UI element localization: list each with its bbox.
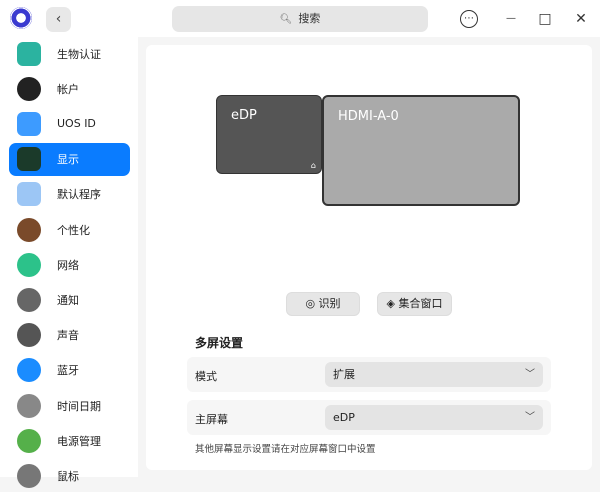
back-button[interactable]: ‹: [46, 7, 71, 32]
target-icon: ◎: [305, 297, 319, 310]
mode-value: 扩展: [333, 368, 355, 381]
sidebar-item-icon: [17, 358, 41, 383]
identify-label: 识别: [318, 297, 341, 310]
identify-button[interactable]: ◎ 识别: [286, 292, 360, 316]
app-logo-icon: [10, 7, 32, 29]
sidebar-item-icon: [17, 217, 41, 242]
maximize-button[interactable]: □: [534, 8, 556, 30]
chevron-down-icon: ﹀: [525, 412, 535, 423]
sidebar-item[interactable]: 电源管理: [9, 424, 130, 457]
section-title: 多屏设置: [195, 336, 244, 350]
sidebar-item-label: 网络: [57, 258, 79, 272]
sidebar-item-label: 电源管理: [57, 434, 101, 448]
sidebar-item-label: 时间日期: [57, 399, 101, 413]
mode-select[interactable]: 扩展 ﹀: [325, 362, 543, 387]
note-text: 其他屏幕显示设置请在对应屏幕窗口中设置: [195, 444, 376, 455]
sidebar-item-icon: [17, 111, 41, 136]
sidebar-item[interactable]: 时间日期: [9, 389, 130, 422]
sidebar-item[interactable]: 显示: [9, 142, 130, 176]
sidebar-item-icon: [17, 252, 41, 277]
sidebar-item-label: 生物认证: [57, 47, 101, 61]
sidebar-item-label: 帐户: [57, 82, 79, 96]
sidebar-item-label: 声音: [57, 329, 79, 343]
gather-windows-button[interactable]: ◈ 集合窗口: [377, 292, 452, 316]
sidebar-item-icon: [17, 393, 41, 418]
sidebar-item-label: 鼠标: [57, 469, 79, 483]
search-input[interactable]: 🔍︎ 搜索: [172, 6, 428, 32]
sidebar-item[interactable]: 网络: [9, 248, 130, 281]
sidebar-item[interactable]: 默认程序: [9, 178, 130, 211]
sidebar-item[interactable]: 帐户: [9, 72, 130, 105]
sidebar-item[interactable]: 蓝牙: [9, 354, 130, 387]
search-icon: 🔍︎: [279, 14, 293, 25]
home-icon: ⌂: [310, 161, 316, 170]
close-button[interactable]: ✕: [570, 8, 592, 30]
monitor-label: HDMI-A-0: [338, 109, 399, 124]
primary-screen-select[interactable]: eDP ﹀: [325, 405, 543, 430]
display-settings-panel: eDP ⌂ HDMI-A-0 ◎ 识别 ◈ 集合窗口 多屏设置 模式 扩展 ﹀ 主屏…: [146, 45, 592, 470]
primary-screen-label: 主屏幕: [195, 413, 228, 426]
sidebar-item-icon: [17, 41, 41, 66]
sidebar-item[interactable]: UOS ID: [9, 107, 130, 140]
mode-label: 模式: [195, 370, 217, 383]
sidebar-item-icon: [17, 463, 41, 488]
search-placeholder: 搜索: [298, 12, 321, 25]
sidebar-item[interactable]: 通知: [9, 283, 130, 316]
gather-label: 集合窗口: [398, 297, 443, 310]
sidebar-item-label: 个性化: [57, 223, 90, 237]
primary-screen-row: 主屏幕 eDP ﹀: [187, 400, 551, 435]
sidebar-item-icon: [17, 287, 41, 312]
sidebar-item[interactable]: 鼠标: [9, 459, 130, 492]
sidebar-item-label: 通知: [57, 293, 79, 307]
minimize-button[interactable]: —: [500, 8, 522, 30]
sidebar-item[interactable]: 个性化: [9, 213, 130, 246]
monitor-label: eDP: [231, 108, 257, 123]
chevron-down-icon: ﹀: [525, 369, 535, 380]
sidebar-item-label: UOS ID: [57, 117, 96, 131]
sidebar-item-label: 蓝牙: [57, 364, 79, 378]
primary-screen-value: eDP: [333, 411, 355, 424]
monitor-hdmi[interactable]: HDMI-A-0: [322, 95, 520, 206]
sidebar-item-icon: [17, 147, 41, 172]
sidebar: 生物认证帐户 UOS ID 显示默认程序个性化网络通知声音蓝牙时间日期电源管理鼠标: [0, 37, 138, 488]
sidebar-item[interactable]: 声音: [9, 319, 130, 352]
sidebar-item-icon: [17, 323, 41, 348]
monitor-edp[interactable]: eDP ⌂: [216, 95, 322, 174]
menu-button[interactable]: ⋯: [460, 10, 478, 28]
sidebar-item-icon: [17, 182, 41, 207]
sidebar-item-icon: [17, 428, 41, 453]
sidebar-item-icon: [17, 76, 41, 101]
titlebar: ‹ 🔍︎ 搜索 ⋯ — □ ✕: [0, 0, 600, 37]
sidebar-item[interactable]: 生物认证: [9, 37, 130, 70]
sidebar-item-label: 默认程序: [57, 188, 101, 202]
layers-icon: ◈: [386, 297, 399, 310]
sidebar-item-label: 显示: [57, 153, 79, 167]
mode-row: 模式 扩展 ﹀: [187, 357, 551, 392]
